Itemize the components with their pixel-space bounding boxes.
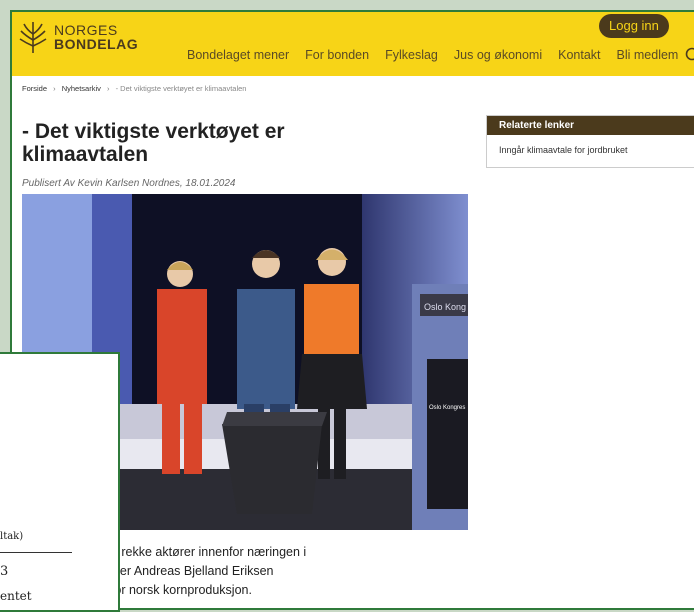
logo-text-norges: NORGES (54, 23, 138, 37)
breadcrumb-home[interactable]: Forside (22, 84, 47, 93)
main-nav: Bondelaget mener For bonden Fylkeslag Ju… (187, 48, 694, 62)
wheat-logo-icon (18, 20, 48, 54)
screen-sign-text: Oslo Kongres (429, 405, 465, 411)
breadcrumb-current: - Det viktigste verktøyet er klimaavtale… (116, 84, 247, 93)
related-link-klimaavtale[interactable]: Inngår klimaavtale for jordbruket (487, 135, 694, 167)
breadcrumb-archive[interactable]: Nyhetsarkiv (62, 84, 101, 93)
nav-bondelaget-mener[interactable]: Bondelaget mener (187, 48, 289, 62)
related-links-box: Relaterte lenker Inngår klimaavtale for … (486, 115, 694, 168)
overlay-divider (0, 552, 72, 553)
nav-jus-og-okonomi[interactable]: Jus og økonomi (454, 48, 542, 62)
breadcrumb: Forside › Nyhetsarkiv › - Det viktigste … (22, 84, 246, 93)
overlay-text: 3 (0, 564, 8, 579)
related-links-heading: Relaterte lenker (487, 116, 694, 135)
breadcrumb-separator: › (53, 84, 56, 93)
logo-text-bondelag: BONDELAG (54, 37, 138, 51)
article-byline: Publisert Av Kevin Karlsen Nordnes, 18.0… (22, 178, 235, 189)
login-button[interactable]: Logg inn (599, 14, 669, 38)
overlay-text: ltak) (0, 531, 23, 542)
stage-sign-text: Oslo Kong (424, 302, 466, 312)
nav-fylkeslag[interactable]: Fylkeslag (385, 48, 438, 62)
overlay-text: entet (0, 589, 32, 603)
overlay-window: ltak) 3 entet (0, 352, 120, 612)
article-title: - Det viktigste verktøyet er klimaavtale… (22, 120, 342, 166)
search-icon[interactable] (685, 47, 694, 61)
nav-for-bonden[interactable]: For bonden (305, 48, 369, 62)
breadcrumb-separator: › (107, 84, 110, 93)
site-header: NORGES BONDELAG Logg inn Bondelaget mene… (12, 12, 694, 76)
nav-bli-medlem[interactable]: Bli medlem (617, 48, 679, 62)
nav-kontakt[interactable]: Kontakt (558, 48, 600, 62)
site-logo[interactable]: NORGES BONDELAG (18, 20, 138, 54)
